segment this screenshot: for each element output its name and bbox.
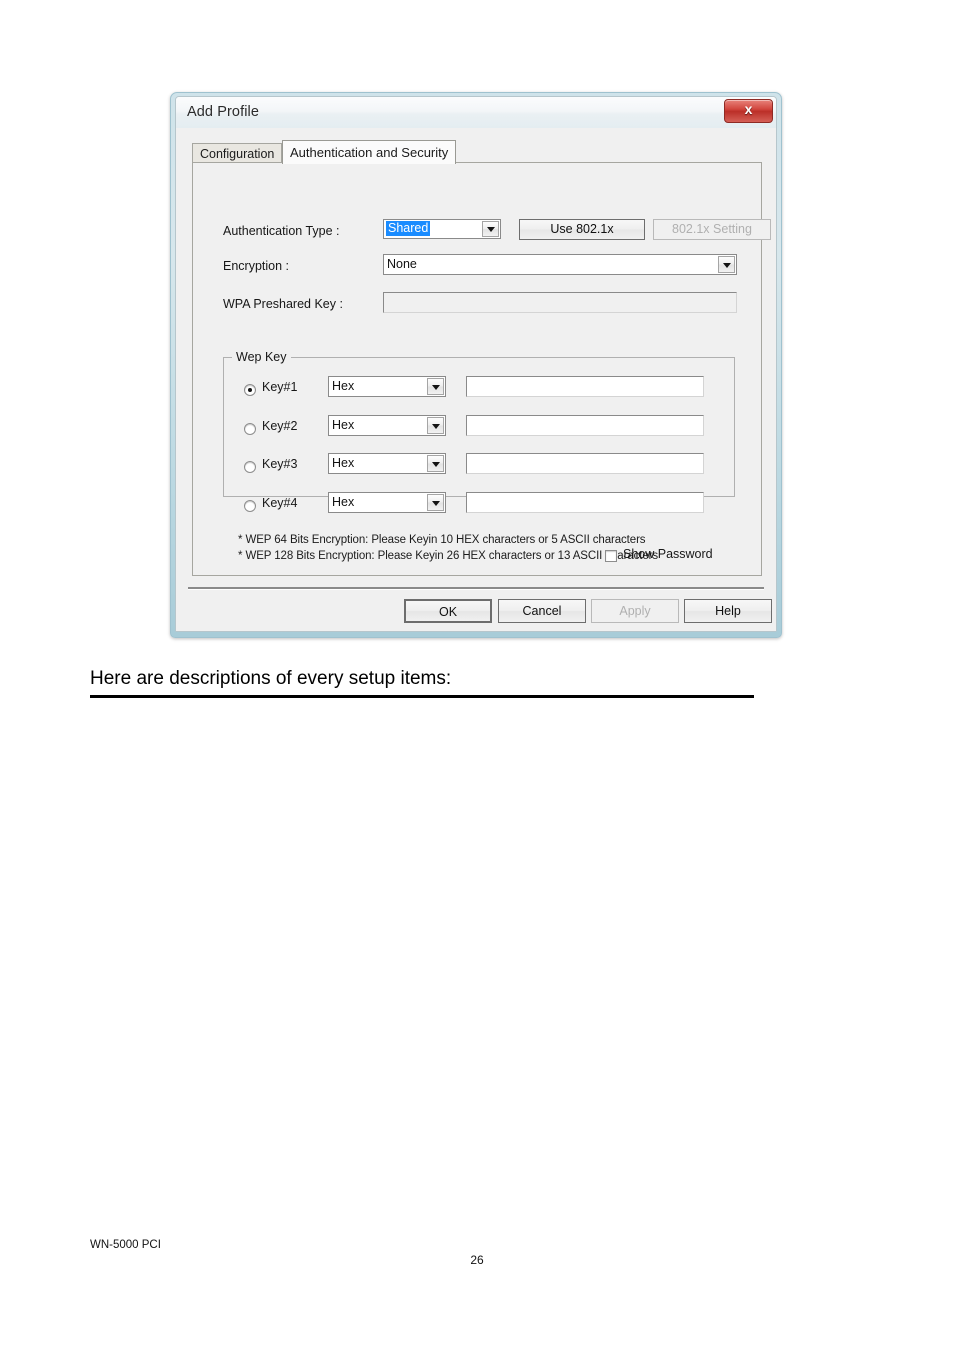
wep-key-group-title: Wep Key	[232, 350, 291, 364]
wep-key-1-format-combo[interactable]: Hex	[328, 376, 446, 397]
apply-button: Apply	[591, 599, 679, 623]
chevron-down-icon[interactable]	[427, 417, 444, 434]
tabstrip: Configuration Authentication and Securit…	[192, 140, 762, 164]
help-button[interactable]: Help	[684, 599, 772, 623]
cancel-button[interactable]: Cancel	[498, 599, 586, 623]
ok-button[interactable]: OK	[404, 599, 492, 623]
show-password-checkbox[interactable]	[605, 550, 617, 562]
wep-key-4-format-combo[interactable]: Hex	[328, 492, 446, 513]
8021x-setting-label: 802.1x Setting	[672, 222, 752, 236]
chevron-down-icon[interactable]	[718, 256, 735, 273]
wep-key-3-input[interactable]	[466, 453, 704, 474]
encryption-label: Encryption :	[223, 259, 290, 273]
wep-key-3-format-combo[interactable]: Hex	[328, 453, 446, 474]
authentication-type-combo[interactable]: Shared	[383, 219, 501, 239]
wep-key-2-format-value: Hex	[332, 418, 355, 432]
wpa-preshared-key-input[interactable]	[383, 292, 737, 313]
button-bar-separator	[188, 587, 764, 590]
cancel-label: Cancel	[522, 604, 562, 618]
apply-label: Apply	[619, 604, 651, 618]
wep-key-3-label: Key#3	[262, 457, 298, 471]
footer-model-label: WN-5000 PCI	[90, 1239, 161, 1251]
use-8021x-label: Use 802.1x	[550, 222, 614, 236]
ok-label: OK	[438, 605, 458, 619]
wep-key-4-radio[interactable]	[244, 500, 256, 512]
wep-key-3-format-value: Hex	[332, 456, 355, 470]
close-button[interactable]: x	[724, 99, 773, 123]
wep-key-2-radio[interactable]	[244, 423, 256, 435]
wep-64-note: * WEP 64 Bits Encryption: Please Keyin 1…	[238, 534, 646, 546]
wep-key-1-input[interactable]	[466, 376, 704, 397]
dialog-client-area: Configuration Authentication and Securit…	[176, 128, 776, 631]
chevron-down-icon[interactable]	[427, 378, 444, 395]
wep-key-2-input[interactable]	[466, 415, 704, 436]
tab-configuration[interactable]: Configuration	[192, 143, 283, 163]
chevron-down-icon[interactable]	[482, 221, 499, 237]
wep-128-note: * WEP 128 Bits Encryption: Please Keyin …	[238, 550, 659, 562]
authentication-type-label: Authentication Type :	[223, 224, 340, 238]
wep-key-1-radio[interactable]	[244, 384, 256, 396]
use-8021x-button[interactable]: Use 802.1x	[519, 219, 645, 240]
wep-key-3-radio[interactable]	[244, 461, 256, 473]
close-x-icon: x	[744, 101, 753, 117]
add-profile-dialog: Add Profile x Configuration Authenticati…	[170, 92, 782, 638]
authentication-type-value: Shared	[386, 221, 431, 236]
dialog-body: Add Profile x Configuration Authenticati…	[175, 96, 777, 632]
tab-page-authentication-and-security: Authentication Type : Shared Use 802.1x …	[192, 162, 771, 576]
help-label: Help	[715, 604, 741, 618]
footer-page-number: 26	[470, 1253, 484, 1267]
chevron-down-icon[interactable]	[427, 494, 444, 511]
dialog-title: Add Profile	[187, 104, 260, 120]
wep-key-2-label: Key#2	[262, 419, 298, 433]
wep-key-2-format-combo[interactable]: Hex	[328, 415, 446, 436]
tab-authentication-and-security[interactable]: Authentication and Security	[282, 140, 457, 164]
chevron-down-icon[interactable]	[427, 455, 444, 472]
show-password-label: Show Password	[623, 547, 713, 561]
wep-key-4-label: Key#4	[262, 496, 298, 510]
wpa-preshared-key-label: WPA Preshared Key :	[223, 297, 343, 311]
dialog-titlebar[interactable]: Add Profile x	[176, 97, 776, 128]
wep-key-1-label: Key#1	[262, 380, 298, 394]
wep-key-groupbox: Wep Key Key#1 Hex Key#2 Hex Key#3 Hex Ke…	[223, 350, 735, 562]
encryption-value: None	[387, 257, 417, 271]
8021x-setting-button: 802.1x Setting	[653, 219, 771, 240]
encryption-combo[interactable]: None	[383, 254, 737, 275]
caption-underline	[90, 695, 754, 698]
page-caption: Here are descriptions of every setup ite…	[90, 668, 452, 689]
wep-key-4-format-value: Hex	[332, 495, 355, 509]
wep-key-1-format-value: Hex	[332, 379, 355, 393]
wep-key-4-input[interactable]	[466, 492, 704, 513]
